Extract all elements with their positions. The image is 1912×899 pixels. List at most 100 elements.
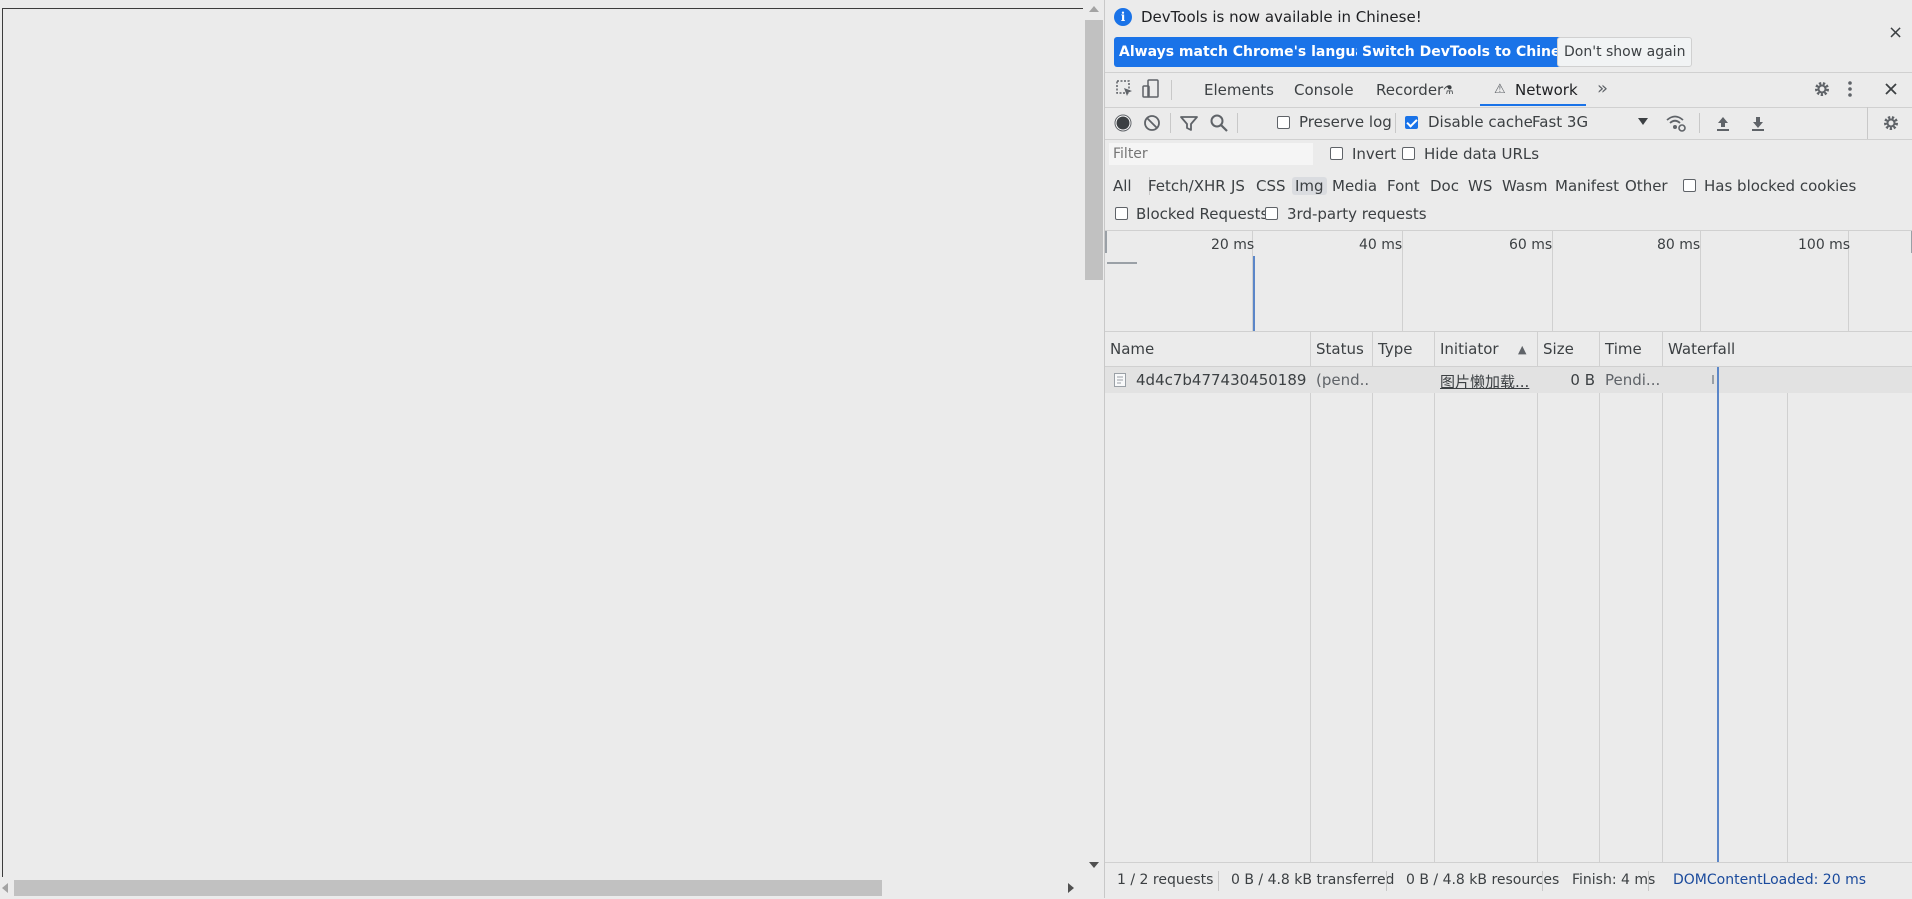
tab-elements[interactable]: Elements <box>1204 81 1274 99</box>
type-filter-fetch-xhr[interactable]: Fetch/XHR <box>1148 177 1226 195</box>
tab-network[interactable]: Network <box>1515 81 1578 99</box>
overview-timeline[interactable]: 20 ms 40 ms 60 ms 80 ms 100 ms <box>1105 231 1912 332</box>
column-header-size[interactable]: Size <box>1543 340 1574 358</box>
request-count: 1 / 2 requests <box>1117 872 1214 888</box>
preserve-log-checkbox[interactable] <box>1277 116 1290 129</box>
type-filter-img[interactable]: Img <box>1292 177 1327 195</box>
type-filter-ws[interactable]: WS <box>1468 177 1492 195</box>
transferred-size: 0 B / 4.8 kB transferred <box>1231 872 1395 888</box>
inspect-element-icon[interactable] <box>1115 79 1135 99</box>
column-separator[interactable] <box>1310 332 1311 862</box>
scroll-left-arrow-icon[interactable] <box>2 883 8 893</box>
toolbar-separator <box>1395 113 1396 133</box>
column-header-name[interactable]: Name <box>1110 340 1154 358</box>
overview-tick-label: 40 ms <box>1359 237 1403 253</box>
resource-type-filters: All Fetch/XHR JS CSS Img Media Font Doc … <box>1105 170 1912 200</box>
disable-cache-checkbox[interactable] <box>1405 116 1418 129</box>
horizontal-scrollbar-thumb[interactable] <box>14 880 882 896</box>
page-content-frame <box>2 8 1083 877</box>
hide-data-urls-checkbox[interactable] <box>1402 147 1415 160</box>
toolbar-separator <box>1699 113 1700 133</box>
settings-gear-icon[interactable] <box>1812 79 1832 99</box>
column-header-waterfall[interactable]: Waterfall <box>1668 340 1735 358</box>
scroll-up-arrow-icon[interactable] <box>1089 6 1099 12</box>
close-devtools-icon[interactable] <box>1884 82 1898 96</box>
waterfall-bar <box>1712 375 1714 384</box>
column-header-initiator[interactable]: Initiator <box>1440 340 1499 358</box>
tab-recorder[interactable]: Recorder <box>1376 81 1443 99</box>
export-har-icon[interactable] <box>1750 113 1766 133</box>
invert-label[interactable]: Invert <box>1352 145 1396 163</box>
image-file-icon <box>1114 373 1126 387</box>
overview-tick-label: 100 ms <box>1798 237 1851 253</box>
column-separator[interactable] <box>1372 332 1373 862</box>
tab-console[interactable]: Console <box>1294 81 1354 99</box>
scroll-right-arrow-icon[interactable] <box>1068 883 1074 893</box>
type-filter-all[interactable]: All <box>1113 177 1132 195</box>
import-har-icon[interactable] <box>1715 113 1731 133</box>
dom-content-loaded-marker <box>1253 256 1255 331</box>
filter-icon[interactable] <box>1179 113 1199 133</box>
column-separator[interactable] <box>1537 332 1538 862</box>
switch-to-chinese-button[interactable]: Switch DevTools to Chinese <box>1357 37 1584 67</box>
disable-cache-label[interactable]: Disable cache <box>1428 113 1533 131</box>
kebab-menu-icon[interactable] <box>1845 79 1855 99</box>
column-separator[interactable] <box>1434 332 1435 862</box>
request-name[interactable]: 4d4c7b477430450189b... <box>1136 371 1306 389</box>
footer-separator <box>1648 871 1649 891</box>
footer-separator <box>1542 871 1543 891</box>
type-filter-other[interactable]: Other <box>1625 177 1668 195</box>
type-filter-doc[interactable]: Doc <box>1430 177 1459 195</box>
column-header-time[interactable]: Time <box>1605 340 1642 358</box>
type-filter-js[interactable]: JS <box>1231 177 1245 195</box>
active-tab-indicator <box>1480 104 1586 106</box>
type-filter-wasm[interactable]: Wasm <box>1502 177 1548 195</box>
dont-show-again-button[interactable]: Don't show again <box>1557 37 1693 67</box>
column-separator[interactable] <box>1662 332 1663 862</box>
scroll-down-arrow-icon[interactable] <box>1089 862 1099 868</box>
type-filter-media[interactable]: Media <box>1332 177 1377 195</box>
third-party-checkbox[interactable] <box>1265 207 1278 220</box>
column-header-type[interactable]: Type <box>1378 340 1412 358</box>
close-icon[interactable]: × <box>1888 22 1903 43</box>
overview-left-handle[interactable] <box>1105 231 1107 253</box>
table-row[interactable]: 4d4c7b477430450189b... (pend... 图片懒加载...… <box>1105 367 1912 393</box>
request-time: Pendi... <box>1605 371 1659 389</box>
request-initiator-link[interactable]: 图片懒加载... <box>1440 371 1534 392</box>
search-icon[interactable] <box>1209 113 1229 133</box>
invert-checkbox[interactable] <box>1330 147 1343 160</box>
has-blocked-cookies-label[interactable]: Has blocked cookies <box>1704 177 1856 195</box>
network-toolbar: Preserve log Disable cache Fast 3G <box>1105 107 1912 140</box>
column-header-status[interactable]: Status <box>1316 340 1364 358</box>
sort-ascending-icon: ▲ <box>1518 343 1527 356</box>
type-filter-font[interactable]: Font <box>1387 177 1420 195</box>
devtools-panel: i DevTools is now available in Chinese! … <box>1105 0 1912 898</box>
filter-input[interactable] <box>1109 143 1313 165</box>
throttling-select[interactable]: Fast 3G <box>1532 113 1588 131</box>
network-conditions-icon[interactable] <box>1665 113 1687 133</box>
overview-request-bar <box>1107 262 1137 264</box>
third-party-label[interactable]: 3rd-party requests <box>1287 205 1427 223</box>
dom-content-loaded-time: DOMContentLoaded: 20 ms <box>1673 872 1867 888</box>
hide-data-urls-label[interactable]: Hide data URLs <box>1424 145 1539 163</box>
record-icon[interactable] <box>1113 113 1133 133</box>
request-size: 0 B <box>1570 371 1595 389</box>
blocked-requests-checkbox[interactable] <box>1115 207 1128 220</box>
always-match-language-button[interactable]: Always match Chrome's language <box>1114 37 1390 67</box>
preserve-log-label[interactable]: Preserve log <box>1299 113 1392 131</box>
waterfall-dcl-line <box>1717 367 1719 862</box>
clear-icon[interactable] <box>1142 113 1162 133</box>
footer-separator <box>1386 871 1387 891</box>
has-blocked-cookies-checkbox[interactable] <box>1683 179 1696 192</box>
column-separator[interactable] <box>1599 332 1600 862</box>
type-filter-manifest[interactable]: Manifest <box>1555 177 1619 195</box>
device-toolbar-icon[interactable] <box>1141 78 1161 100</box>
type-filter-css[interactable]: CSS <box>1256 177 1286 195</box>
more-tabs-icon[interactable]: » <box>1597 78 1608 99</box>
vertical-scrollbar-thumb[interactable] <box>1085 20 1103 280</box>
network-settings-gear-icon[interactable] <box>1881 113 1901 133</box>
blocked-requests-label[interactable]: Blocked Requests <box>1136 205 1268 223</box>
finish-time: Finish: 4 ms <box>1572 872 1656 888</box>
chevron-down-icon[interactable] <box>1638 118 1648 126</box>
toolbar-separator <box>1170 113 1171 133</box>
